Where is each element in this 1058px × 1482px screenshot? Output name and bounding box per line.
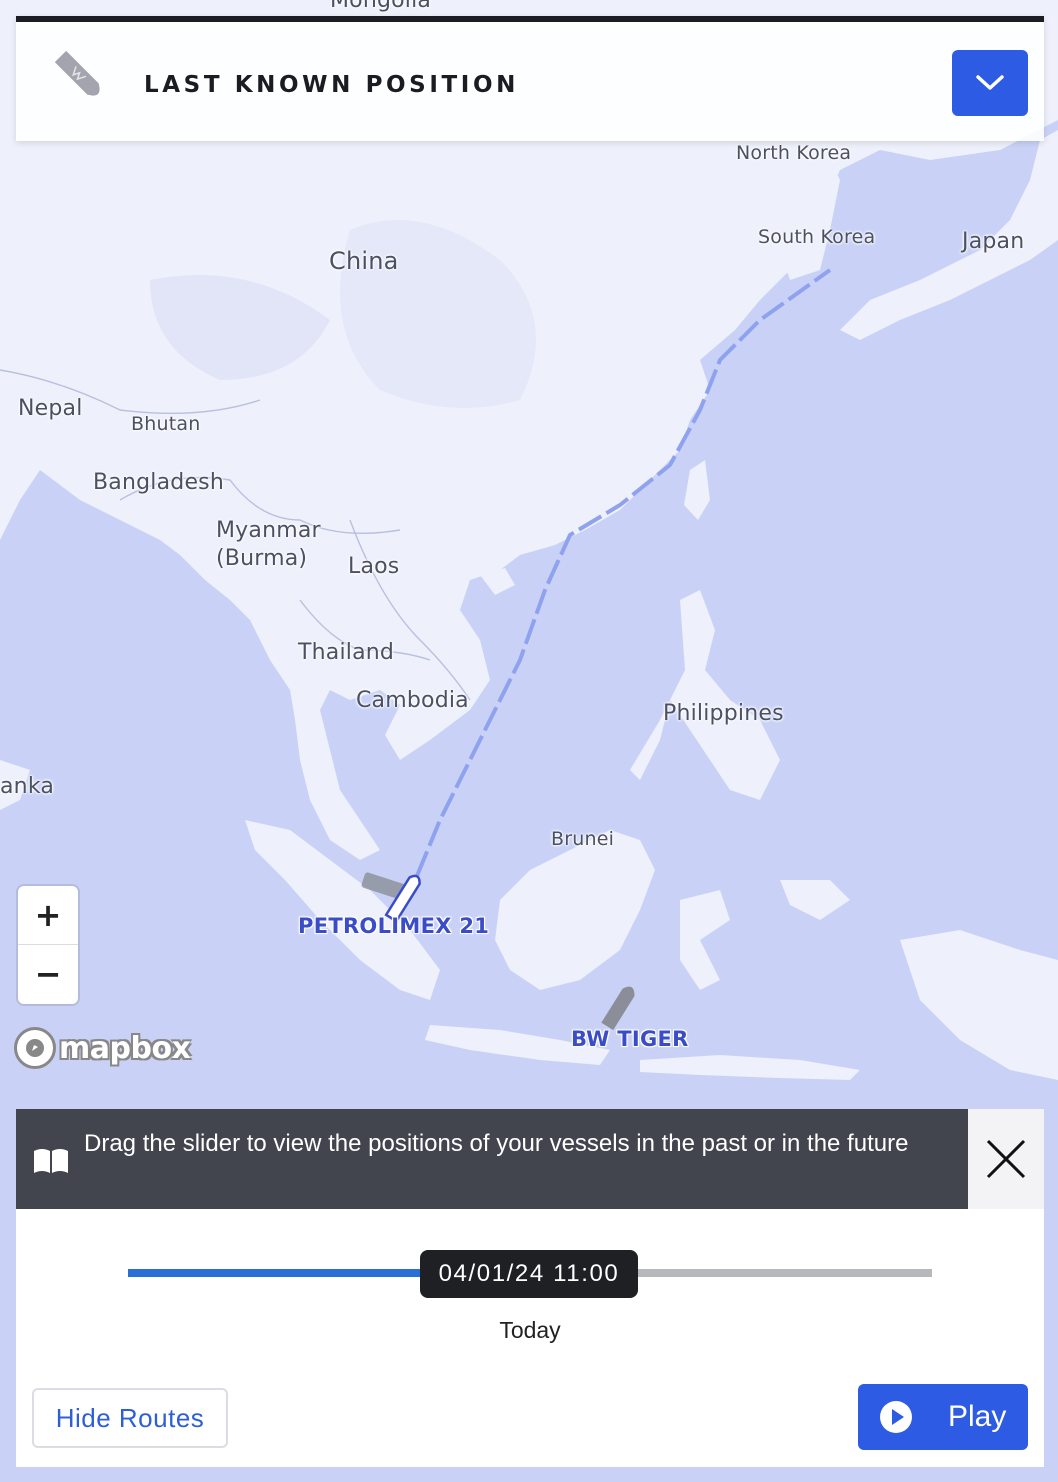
slider-thumb[interactable]: 04/01/24 11:00 [420,1250,638,1298]
map-label-mongolia: Mongolia [330,0,432,13]
mapbox-wordmark: mapbox [59,1030,191,1066]
map-label-china: China [329,247,399,275]
position-header: LAST KNOWN POSITION [16,16,1044,141]
map-label-brunei: Brunei [551,828,615,850]
zoom-out-button[interactable]: − [18,944,78,1002]
close-button[interactable] [968,1109,1044,1209]
map-label-thailand: Thailand [298,640,395,665]
zoom-in-button[interactable]: + [18,886,78,944]
map-label-philippines: Philippines [663,701,784,726]
vessel-ship-icon[interactable] [592,978,648,1034]
map-label-bangladesh: Bangladesh [93,470,224,495]
mapbox-icon [14,1027,56,1069]
vessel-label[interactable]: PETROLIMEX 21 [298,914,489,938]
slider-track-elapsed[interactable] [128,1269,428,1277]
play-label: Play [948,1400,1007,1433]
map-label-north-korea: North Korea [736,142,852,164]
map-label-japan: Japan [962,229,1025,254]
map-label-nepal: Nepal [18,396,83,421]
map-label-cambodia: Cambodia [356,688,469,713]
today-caption: Today [499,1317,561,1343]
slider-hint-banner: Drag the slider to view the positions of… [16,1109,968,1209]
ship-icon [54,50,100,96]
vessel-hull [601,986,635,1031]
zoom-controls: + − [18,886,78,1004]
map-label-bhutan: Bhutan [131,413,201,435]
play-icon [880,1401,912,1433]
page-title: LAST KNOWN POSITION [144,72,519,98]
hide-routes-button[interactable]: Hide Routes [32,1388,228,1448]
mapbox-logo[interactable]: mapbox [14,1026,191,1070]
timeline-panel: 04/01/24 11:00 Today Hide Routes Play [16,1209,1044,1467]
chevron-down-icon [976,75,1004,90]
close-icon [986,1139,1026,1179]
book-icon [34,1149,68,1173]
map-label-sri-lanka: anka [0,774,55,799]
dropdown-button[interactable] [952,50,1028,116]
map-label-south-korea: South Korea [758,226,876,248]
map-label-laos: Laos [348,554,400,579]
hint-text: Drag the slider to view the positions of… [84,1130,909,1157]
slider-track-remaining[interactable] [628,1269,932,1277]
vessel-label[interactable]: BW TIGER [571,1027,689,1051]
map-label-myanmar: Myanmar (Burma) [216,518,321,571]
play-button[interactable]: Play [858,1384,1028,1450]
